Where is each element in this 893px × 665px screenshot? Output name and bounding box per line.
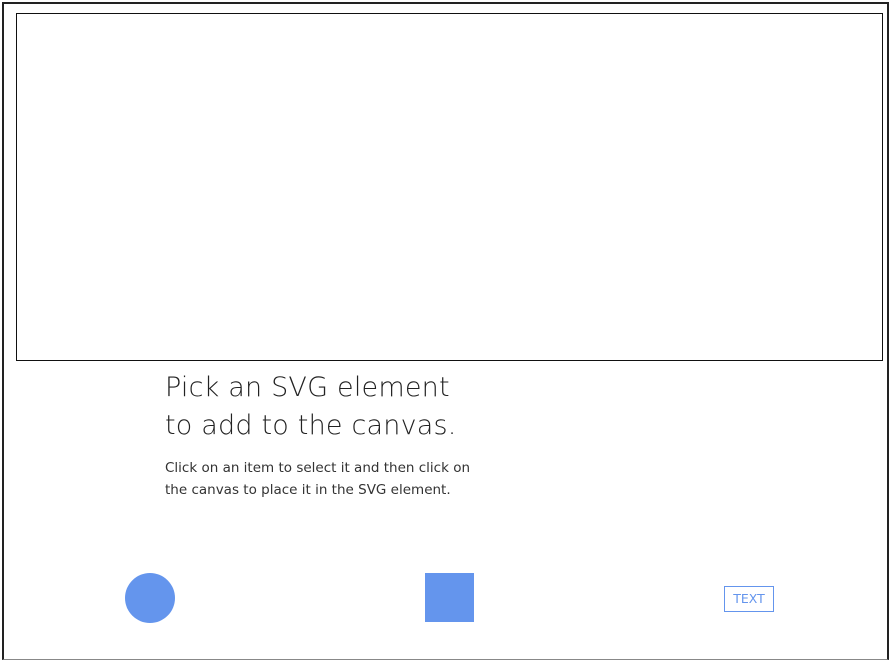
heading-line-1: Pick an SVG element — [165, 372, 450, 403]
instructions-heading: Pick an SVG element to add to the canvas… — [165, 369, 545, 445]
description-line-1: Click on an item to select it and then c… — [165, 460, 471, 476]
instructions-panel: Pick an SVG element to add to the canvas… — [165, 369, 545, 501]
circle-tool-button[interactable] — [125, 573, 175, 623]
heading-line-2: to add to the canvas. — [165, 410, 457, 441]
instructions-description: Click on an item to select it and then c… — [165, 457, 505, 501]
square-tool-button[interactable] — [425, 573, 474, 622]
svg-canvas[interactable] — [16, 13, 883, 361]
text-tool-button[interactable]: TEXT — [724, 586, 774, 612]
description-line-2: the canvas to place it in the SVG elemen… — [165, 482, 451, 498]
